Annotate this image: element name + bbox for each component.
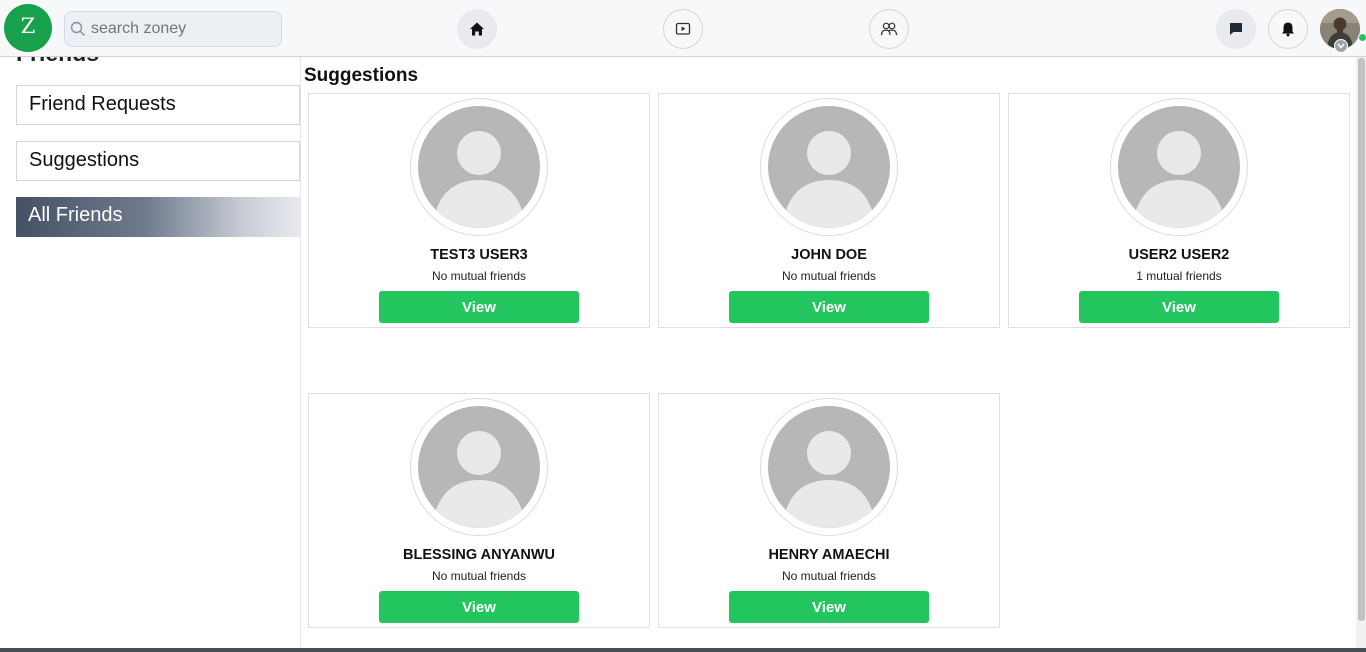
suggestion-card: HENRY AMAECHI No mutual friends View [658,393,1000,628]
search-icon [70,21,85,36]
mutual-friends-count: No mutual friends [781,569,877,583]
mutual-friends-count: No mutual friends [431,269,527,283]
online-status-indicator [1358,33,1366,42]
notifications-button[interactable] [1268,9,1308,49]
friends-icon [880,22,898,36]
mutual-friends-count: No mutual friends [781,269,877,283]
sidebar-item-suggestions[interactable]: Suggestions [16,141,300,181]
home-icon [470,22,484,36]
page-title: Suggestions [304,65,419,86]
app-logo[interactable]: Z [4,4,52,52]
view-profile-button[interactable]: View [729,591,929,623]
profile-photo [410,398,548,536]
profile-photo [410,98,548,236]
nav-friends-button[interactable] [869,9,909,49]
view-profile-button[interactable]: View [379,291,579,323]
scrollbar-thumb[interactable] [1358,58,1365,621]
sidebar: Friends Friend Requests Suggestions All … [0,40,301,652]
chevron-down-icon[interactable] [1334,39,1348,53]
user-name: BLESSING ANYANWU [403,547,555,563]
nav-watch-button[interactable] [663,9,703,49]
suggestion-card: BLESSING ANYANWU No mutual friends View [308,393,650,628]
bell-icon [1282,22,1294,37]
user-name: HENRY AMAECHI [768,547,890,563]
suggestion-card: TEST3 USER3 No mutual friends View [308,93,650,328]
search-input[interactable] [64,11,282,47]
default-avatar-icon [418,406,540,528]
view-profile-button[interactable]: View [379,591,579,623]
default-avatar-icon [768,406,890,528]
user-name: TEST3 USER3 [430,247,528,263]
mutual-friends-count: No mutual friends [431,569,527,583]
default-avatar-icon [418,106,540,228]
chat-icon [1230,23,1242,35]
profile-photo [1110,98,1248,236]
user-name: JOHN DOE [791,247,867,263]
profile-photo [760,98,898,236]
default-avatar-icon [768,106,890,228]
top-navigation-bar: Z [0,0,1366,57]
sidebar-item-all-friends[interactable]: All Friends [16,197,300,237]
user-name: USER2 USER2 [1128,247,1230,263]
messages-button[interactable] [1216,9,1256,49]
profile-photo [760,398,898,536]
view-profile-button[interactable]: View [729,291,929,323]
default-avatar-icon [1118,106,1240,228]
suggestion-card: USER2 USER2 1 mutual friends View [1008,93,1350,328]
video-icon [675,22,691,35]
mutual-friends-count: 1 mutual friends [1136,269,1222,283]
profile-menu[interactable] [1320,9,1366,53]
nav-home-button[interactable] [457,9,497,49]
suggestion-card: JOHN DOE No mutual friends View [658,93,1000,328]
sidebar-item-friend-requests[interactable]: Friend Requests [16,85,300,125]
view-profile-button[interactable]: View [1079,291,1279,323]
window-bottom-edge [0,648,1366,652]
